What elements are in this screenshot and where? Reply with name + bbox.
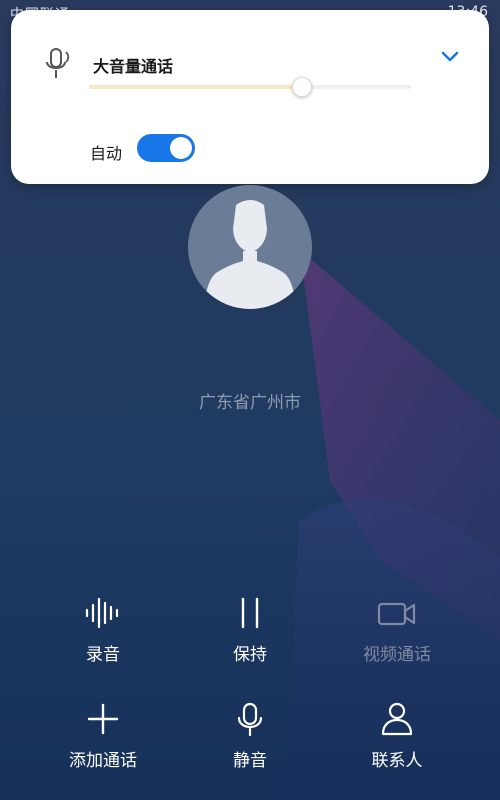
video-call-button[interactable]: 视频通话	[322, 596, 472, 665]
mute-label: 静音	[233, 751, 267, 771]
record-label: 录音	[86, 645, 120, 665]
chevron-down-icon[interactable]	[439, 45, 461, 67]
waveform-icon	[85, 597, 119, 629]
add-call-label: 添加通话	[69, 751, 137, 771]
person-silhouette-icon	[204, 200, 296, 309]
hold-button[interactable]: 保持	[175, 596, 325, 665]
add-call-button[interactable]: 添加通话	[28, 702, 178, 771]
record-button[interactable]: 录音	[28, 596, 178, 665]
caller-location: 广东省广州市	[199, 393, 301, 413]
slider-thumb[interactable]	[291, 77, 312, 97]
caller-avatar	[188, 185, 312, 309]
microphone-icon	[237, 702, 263, 736]
person-icon	[381, 702, 413, 736]
plus-icon	[87, 703, 119, 735]
video-call-label: 视频通话	[363, 645, 431, 665]
voice-mic-icon	[46, 48, 70, 78]
panel-title: 大音量通话	[93, 57, 174, 76]
call-actions: 录音 保持 视频通话 添加通话 静音 联系人	[0, 596, 500, 796]
auto-toggle[interactable]	[137, 134, 195, 162]
video-camera-icon	[377, 602, 416, 626]
pause-icon	[241, 597, 259, 629]
slider-fill	[89, 85, 302, 89]
contacts-label: 联系人	[371, 751, 423, 771]
loud-call-panel: 大音量通话 自动	[11, 10, 489, 184]
hold-label: 保持	[233, 645, 267, 665]
contacts-button[interactable]: 联系人	[322, 702, 472, 771]
mute-button[interactable]: 静音	[175, 702, 325, 771]
toggle-knob	[170, 137, 192, 159]
volume-slider[interactable]	[89, 76, 411, 98]
auto-label: 自动	[90, 144, 123, 163]
